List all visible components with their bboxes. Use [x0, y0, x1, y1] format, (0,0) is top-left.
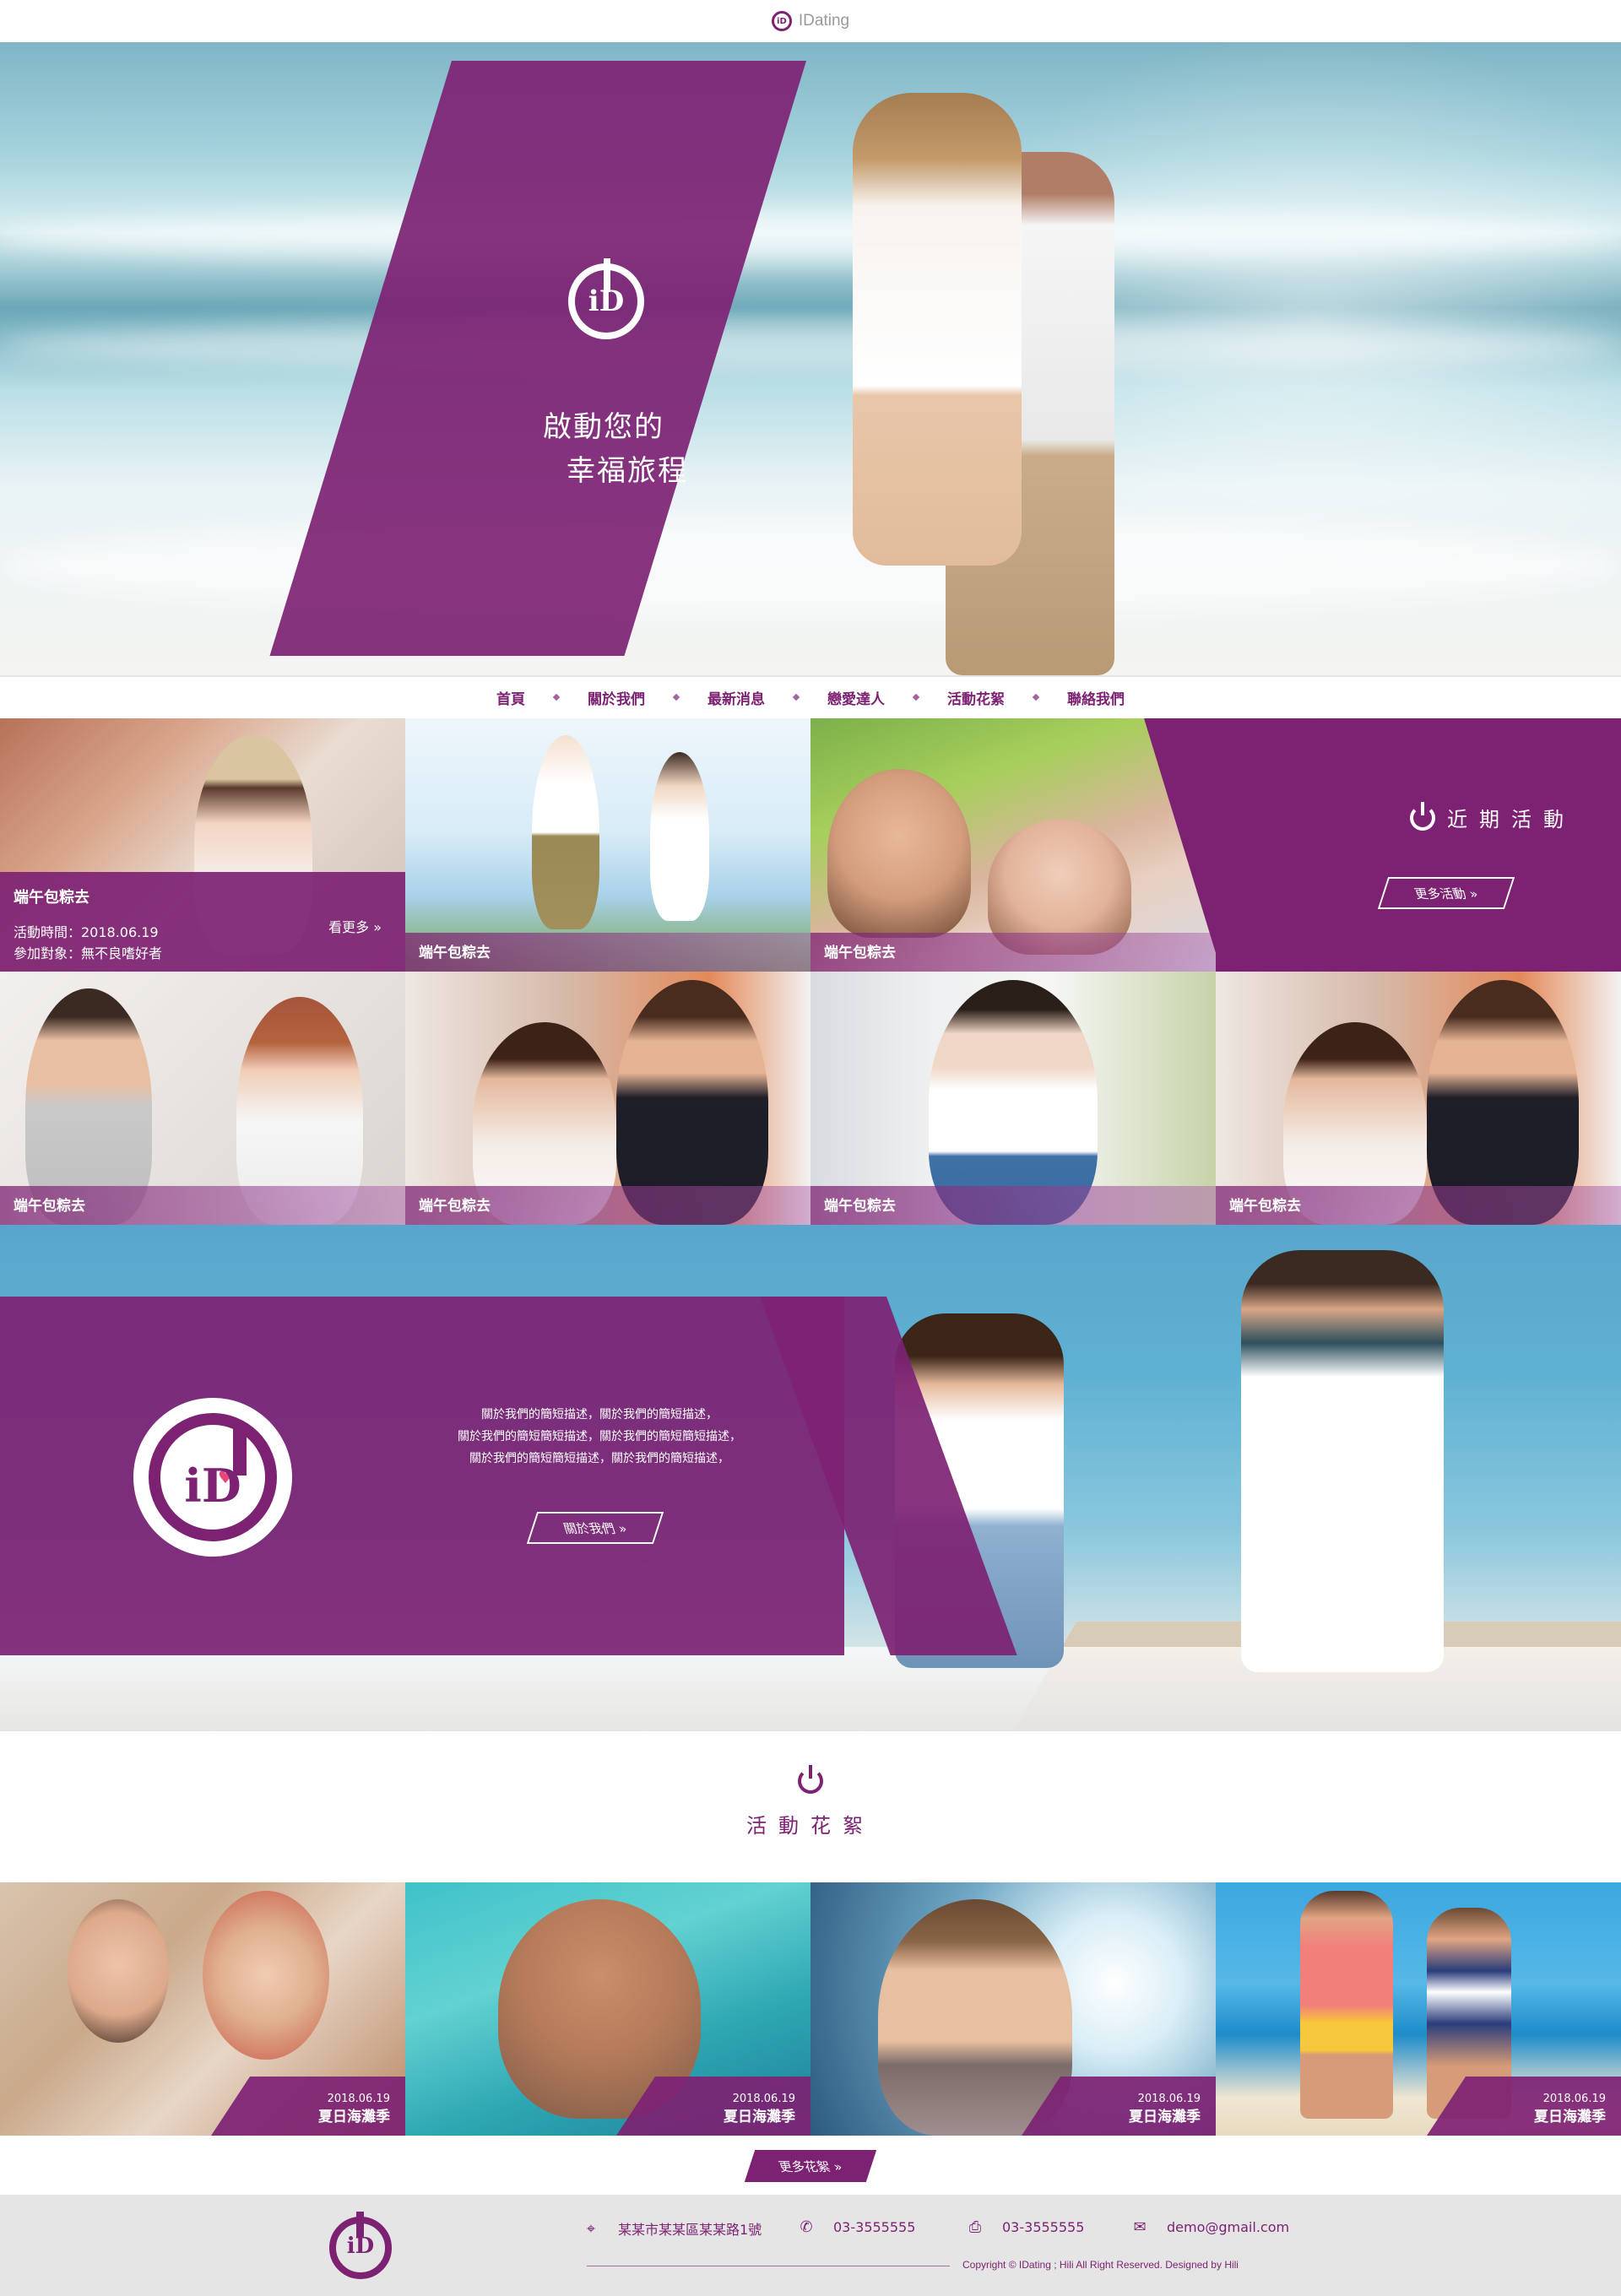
- hero-woman-figure: [853, 93, 1022, 566]
- gallery-grid: 2018.06.19 夏日海灘季 2018.06.19 夏日海灘季 2018.0…: [0, 1882, 1621, 2136]
- top-bar: iD IDating: [0, 0, 1621, 42]
- location-pin-icon: ⌖: [586, 2219, 596, 2238]
- footer-phone: ✆ 03-3555555: [798, 2218, 915, 2236]
- event-tile[interactable]: 端午包粽去: [405, 972, 810, 1225]
- about-us-label: 關於我們: [561, 1520, 618, 1536]
- footer-email: ✉ demo@gmail.com: [1131, 2218, 1289, 2236]
- gallery-figure: [203, 1891, 329, 2060]
- double-chevron-right-icon: »: [615, 1520, 629, 1536]
- gallery-name: 夏日海灘季: [1534, 2109, 1606, 2125]
- about-logo-text: iD: [184, 1459, 241, 1513]
- nav-about[interactable]: 關於我們: [559, 687, 674, 708]
- hero-couple-photo: [836, 84, 1140, 675]
- event-feature-caption: 端午包粽去 活動時間：2018.06.19 參加對象：無不良嗜好者 看更多 »: [0, 872, 405, 972]
- about-panel: [0, 1297, 844, 1655]
- envelope-icon: ✉: [1133, 2218, 1147, 2236]
- footer-address-text: 某某市某某區某某路1號: [618, 2222, 762, 2238]
- footer-email-text[interactable]: demo@gmail.com: [1167, 2219, 1289, 2235]
- event-label: 端午包粽去: [14, 1198, 85, 1215]
- about-desc-line: 關於我們的簡短簡短描述，關於我們的簡短簡短描述，: [458, 1430, 741, 1443]
- gallery-header: 活動花絮: [0, 1765, 1621, 1838]
- about-desc-line: 關於我們的簡短簡短描述，關於我們的簡短描述，: [469, 1452, 729, 1465]
- event-figure: [650, 752, 709, 921]
- event-tile[interactable]: 端午包粽去: [405, 718, 810, 972]
- gallery-tile[interactable]: 2018.06.19 夏日海灘季: [810, 1882, 1216, 2136]
- about-man-figure: [1241, 1250, 1444, 1672]
- hero-slogan-line1: 啟動您的: [543, 410, 664, 444]
- about-us-button[interactable]: 關於我們 »: [526, 1512, 664, 1544]
- hero-logo-icon: iD: [568, 258, 644, 339]
- event-figure: [532, 735, 599, 929]
- events-panel-title: 近期活動: [1447, 808, 1575, 831]
- gallery-tile[interactable]: 2018.06.19 夏日海灘季: [405, 1882, 810, 2136]
- gallery-date: 2018.06.19: [732, 2093, 795, 2105]
- hero-banner: iD 啟動您的 幸福旅程: [0, 42, 1621, 675]
- footer-logo-icon[interactable]: iD: [329, 2212, 392, 2279]
- power-icon: [1410, 801, 1435, 831]
- event-feature-more-link[interactable]: 看更多 »: [328, 916, 382, 936]
- event-label: 端午包粽去: [1229, 1198, 1301, 1215]
- event-feature-more-label: 看更多: [328, 919, 370, 935]
- nav-home[interactable]: 首頁: [468, 687, 554, 708]
- about-section: ♥ iD 關於我們的簡短描述，關於我們的簡短描述， 關於我們的簡短簡短描述，關於…: [0, 1225, 1621, 1731]
- event-feature-target: 參加對象：無不良嗜好者: [14, 945, 163, 961]
- footer-logo-text: iD: [346, 2234, 375, 2259]
- footer-copyright: Copyright © IDating ; Hili All Right Res…: [962, 2259, 1239, 2271]
- footer-phone-text[interactable]: 03-3555555: [833, 2219, 915, 2235]
- brand-name[interactable]: IDating: [799, 12, 849, 30]
- power-icon: [798, 1765, 823, 1794]
- gallery-name: 夏日海灘季: [318, 2109, 390, 2125]
- gallery-figure: [1300, 1891, 1393, 2119]
- more-gallery-label: 更多花絮: [777, 2158, 833, 2174]
- events-panel-title-row: 近期活動: [1410, 801, 1575, 832]
- about-description: 關於我們的簡短描述，關於我們的簡短描述， 關於我們的簡短簡短描述，關於我們的簡短…: [397, 1404, 802, 1470]
- gallery-date: 2018.06.19: [327, 2093, 390, 2105]
- more-events-button[interactable]: 更多活動 »: [1377, 877, 1515, 909]
- event-tile[interactable]: 端午包粽去: [1216, 972, 1621, 1225]
- event-tile[interactable]: 端午包粽去: [810, 972, 1216, 1225]
- hero-slogan: 啟動您的 幸福旅程: [543, 405, 688, 493]
- hero-slogan-line2: 幸福旅程: [567, 454, 688, 488]
- event-label: 端午包粽去: [824, 1198, 896, 1215]
- footer-fax-text: 03-3555555: [1002, 2219, 1085, 2235]
- logo-stem: [604, 258, 610, 292]
- more-events-label: 更多活動: [1412, 885, 1469, 902]
- gallery-tile[interactable]: 2018.06.19 夏日海灘季: [1216, 1882, 1621, 2136]
- double-chevron-right-icon: »: [1466, 885, 1480, 902]
- about-logo-icon: ♥ iD: [133, 1398, 292, 1557]
- gallery-name: 夏日海灘季: [724, 2109, 795, 2125]
- phone-icon: ✆: [800, 2218, 813, 2236]
- event-feature-title: 端午包粽去: [14, 889, 89, 907]
- gallery-title: 活動花絮: [746, 1814, 875, 1838]
- about-desc-line: 關於我們的簡短描述，關於我們的簡短描述，: [481, 1408, 718, 1421]
- nav-experts[interactable]: 戀愛達人: [799, 687, 914, 708]
- footer-fax: ⎙ 03-3555555: [967, 2218, 1085, 2236]
- double-chevron-right-icon: »: [373, 919, 382, 935]
- event-feature-time: 活動時間：2018.06.19: [14, 924, 159, 940]
- event-tile[interactable]: 端午包粽去: [0, 972, 405, 1225]
- events-grid: 端午包粽去 活動時間：2018.06.19 參加對象：無不良嗜好者 看更多 » …: [0, 718, 1621, 1225]
- event-label: 端午包粽去: [824, 945, 896, 961]
- event-label: 端午包粽去: [419, 1198, 491, 1215]
- event-tile-featured[interactable]: 端午包粽去 活動時間：2018.06.19 參加對象：無不良嗜好者 看更多 »: [0, 718, 405, 972]
- gallery-tile[interactable]: 2018.06.19 夏日海灘季: [0, 1882, 405, 2136]
- brand-logo-icon[interactable]: iD: [771, 11, 792, 31]
- fax-icon: ⎙: [968, 2218, 982, 2236]
- gallery-figure: [878, 1899, 1072, 2136]
- gallery-name: 夏日海灘季: [1129, 2109, 1201, 2125]
- nav-contact[interactable]: 聯絡我們: [1038, 687, 1153, 708]
- double-chevron-right-icon: »: [831, 2158, 844, 2174]
- footer-address: ⌖ 某某市某某區某某路1號: [583, 2218, 762, 2239]
- footer: iD ⌖ 某某市某某區某某路1號 ✆ 03-3555555 ⎙ 03-35555…: [0, 2195, 1621, 2296]
- event-label: 端午包粽去: [419, 945, 491, 961]
- gallery-figure: [68, 1899, 169, 2043]
- about-logo-ring: ♥ iD: [149, 1413, 277, 1541]
- nav-gallery[interactable]: 活動花絮: [919, 687, 1033, 708]
- more-gallery-button[interactable]: 更多花絮 »: [744, 2150, 877, 2182]
- main-nav: 首頁 關於我們 最新消息 戀愛達人 活動花絮 聯絡我們: [0, 675, 1621, 718]
- nav-news[interactable]: 最新消息: [679, 687, 794, 708]
- gallery-date: 2018.06.19: [1137, 2093, 1201, 2105]
- gallery-date: 2018.06.19: [1542, 2093, 1606, 2105]
- event-figure: [827, 769, 971, 938]
